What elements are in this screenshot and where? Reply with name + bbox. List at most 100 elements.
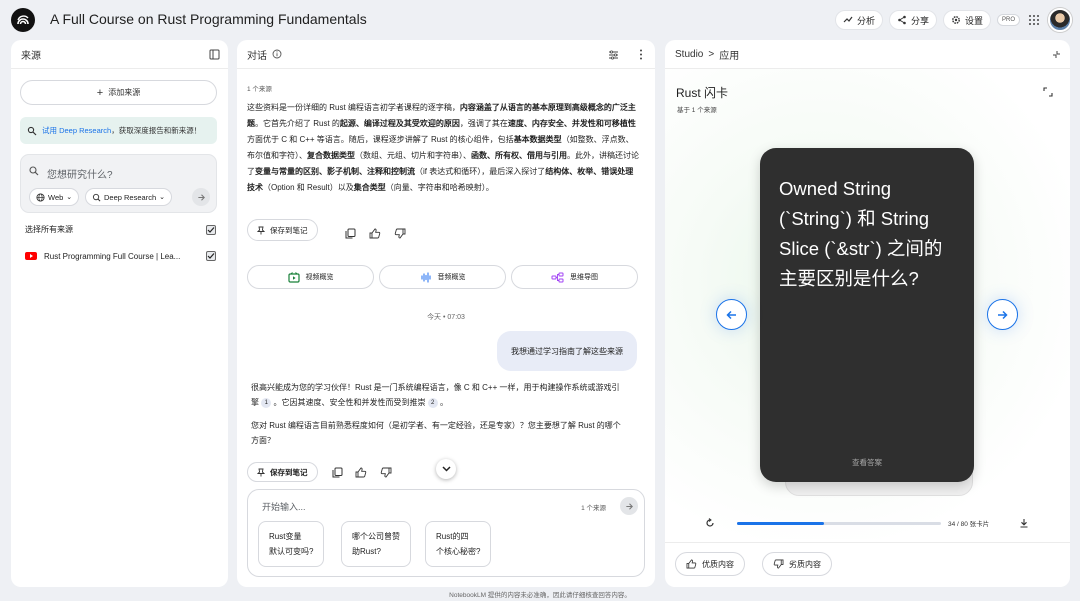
breadcrumb-current: 应用 bbox=[719, 50, 740, 62]
show-answer-button[interactable]: 查看答案 bbox=[760, 457, 974, 468]
thumbs-down-icon[interactable] bbox=[379, 465, 393, 479]
suggestion-line: Rust的四 bbox=[436, 532, 469, 541]
fullscreen-icon[interactable] bbox=[1043, 87, 1053, 97]
user-avatar[interactable] bbox=[1048, 8, 1072, 32]
info-icon[interactable] bbox=[272, 49, 282, 59]
sources-header: 来源 bbox=[11, 40, 228, 69]
audio-wave-icon bbox=[420, 271, 431, 283]
suggestion-line: 哪个公司曾赞 bbox=[352, 532, 400, 541]
summary-segment: 速度、内存安全、并发性和可移植性 bbox=[507, 119, 636, 128]
copy-icon[interactable] bbox=[330, 465, 344, 479]
flashcard-question: Owned String (`String`) 和 String Slice (… bbox=[779, 178, 943, 289]
suggestion-line: 助Rust? bbox=[352, 547, 381, 556]
source-item[interactable]: Rust Programming Full Course | Lea... bbox=[25, 251, 216, 261]
next-card-button[interactable] bbox=[987, 299, 1018, 330]
summary-segment: 。它首先介绍了 Rust 的 bbox=[255, 119, 340, 128]
sources-title: 来源 bbox=[21, 50, 41, 62]
summary-segment: （Option 和 Result）以及 bbox=[263, 183, 354, 192]
save-to-note-button[interactable]: 保存到笔记 bbox=[247, 219, 318, 241]
deep-research-link[interactable]: 试用 Deep Research bbox=[42, 126, 111, 135]
source-item-checkbox[interactable] bbox=[206, 251, 216, 261]
flashcard[interactable]: Owned String (`String`) 和 String Slice (… bbox=[760, 148, 974, 482]
assistant-reply-paragraph-1: 很高兴能成为您的学习伙伴！Rust 是一门系统编程语言，像 C 和 C++ 一样… bbox=[251, 380, 621, 410]
trend-icon bbox=[843, 16, 853, 23]
bad-content-button[interactable]: 劣质内容 bbox=[762, 552, 832, 576]
chat-composer[interactable]: 开始输入... 1 个来源 Rust变量 默认可变吗? 哪个公司曾赞 助Rust? … bbox=[247, 489, 645, 577]
studio-panel: Studio > 应用 Rust 闪卡 基于 1 个来源 Owned Strin… bbox=[665, 40, 1070, 587]
chat-scroll-area[interactable]: 1 个来源 这些资料是一份详细的 Rust 编程语言初学者课程的逐字稿，内容涵盖… bbox=[237, 69, 655, 489]
source-item-title[interactable]: Rust Programming Full Course | Lea... bbox=[44, 252, 180, 261]
breadcrumb-separator: > bbox=[708, 48, 715, 60]
good-content-button[interactable]: 优质内容 bbox=[675, 552, 745, 576]
deep-research-chip-label: Deep Research bbox=[104, 192, 157, 202]
thumbs-up-icon[interactable] bbox=[354, 465, 368, 479]
suggested-question[interactable]: Rust的四 个核心秘密? bbox=[425, 521, 492, 567]
save-to-note-button[interactable]: 保存到笔记 bbox=[247, 462, 318, 482]
restart-icon[interactable] bbox=[705, 518, 715, 528]
mind-map-icon bbox=[551, 272, 564, 282]
sources-panel: 来源 + 添加来源 试用 Deep Research，获取深度报告和新来源！ 您… bbox=[11, 40, 228, 587]
flashcards-source-count: 基于 1 个来源 bbox=[677, 107, 717, 114]
scroll-down-button[interactable] bbox=[436, 459, 456, 479]
submit-research-button[interactable] bbox=[192, 188, 210, 206]
more-vert-icon[interactable] bbox=[639, 49, 643, 60]
reply-text: 。它因其速度、安全性和并发性而受到推崇 bbox=[273, 398, 426, 407]
download-icon[interactable] bbox=[1019, 518, 1029, 528]
audio-overview-label: 音频概览 bbox=[437, 274, 466, 281]
research-search-input[interactable]: 您想研究什么? bbox=[47, 166, 113, 181]
settings-button[interactable]: 设置 bbox=[942, 10, 991, 30]
pin-icon bbox=[257, 226, 265, 234]
apps-grid-icon[interactable] bbox=[1026, 12, 1042, 28]
video-icon bbox=[287, 271, 300, 283]
search-icon bbox=[29, 166, 39, 176]
good-content-label: 优质内容 bbox=[702, 559, 734, 569]
research-search-box[interactable]: 您想研究什么? Web ⌄ Deep Research ⌄ bbox=[20, 154, 217, 213]
summary-source-count: 1 个来源 bbox=[247, 86, 272, 93]
chat-input[interactable]: 开始输入... bbox=[262, 500, 306, 513]
settings-label: 设置 bbox=[964, 15, 983, 26]
web-chip[interactable]: Web ⌄ bbox=[29, 188, 80, 206]
send-button[interactable] bbox=[620, 497, 638, 515]
tune-icon[interactable] bbox=[608, 50, 619, 60]
globe-icon bbox=[36, 192, 45, 202]
youtube-icon bbox=[25, 252, 37, 260]
message-timestamp: 今天 • 07:03 bbox=[427, 314, 465, 321]
share-button[interactable]: 分享 bbox=[888, 10, 937, 30]
suggestion-line: 默认可变吗? bbox=[269, 547, 314, 556]
deep-research-desc: ，获取深度报告和新来源！ bbox=[111, 126, 202, 135]
mind-map-button[interactable]: 思维导图 bbox=[511, 265, 638, 289]
analyze-button[interactable]: 分析 bbox=[834, 10, 883, 30]
audio-overview-button[interactable]: 音频概览 bbox=[379, 265, 506, 289]
copy-icon[interactable] bbox=[343, 226, 357, 240]
summary-segment: 函数、所有权、借用与引用 bbox=[471, 151, 567, 160]
add-source-button[interactable]: + 添加来源 bbox=[20, 80, 217, 105]
collapse-icon[interactable] bbox=[1052, 50, 1061, 59]
chat-title: 对话 bbox=[247, 50, 267, 62]
notebooklm-logo-icon[interactable] bbox=[11, 8, 35, 32]
arrow-right-icon bbox=[998, 310, 1008, 319]
breadcrumb-studio[interactable]: Studio bbox=[675, 49, 703, 60]
deep-research-banner[interactable]: 试用 Deep Research，获取深度报告和新来源！ bbox=[20, 117, 217, 144]
thumbs-up-icon[interactable] bbox=[368, 226, 382, 240]
citation-badge[interactable]: 2 bbox=[427, 397, 438, 408]
suggested-question[interactable]: 哪个公司曾赞 助Rust? bbox=[341, 521, 411, 567]
notebook-summary: 这些资料是一份详细的 Rust 编程语言初学者课程的逐字稿，内容涵盖了从语言的基… bbox=[247, 100, 639, 196]
share-label: 分享 bbox=[910, 15, 929, 26]
deep-research-chip[interactable]: Deep Research ⌄ bbox=[85, 188, 172, 206]
progress-track[interactable] bbox=[737, 522, 941, 525]
collapse-panel-icon[interactable] bbox=[209, 49, 220, 60]
web-chip-label: Web bbox=[48, 192, 64, 202]
suggested-question[interactable]: Rust变量 默认可变吗? bbox=[258, 521, 325, 567]
notebook-title[interactable]: A Full Course on Rust Programming Fundam… bbox=[50, 11, 367, 27]
select-all-sources-row[interactable]: 选择所有来源 bbox=[25, 224, 216, 235]
analyze-label: 分析 bbox=[856, 15, 875, 26]
summary-segment: （向量、字符串和哈希映射）。 bbox=[385, 183, 494, 192]
arrow-left-icon bbox=[726, 310, 736, 319]
citation-badge[interactable]: 1 bbox=[261, 397, 272, 408]
previous-card-button[interactable] bbox=[716, 299, 747, 330]
select-all-checkbox[interactable] bbox=[206, 224, 216, 235]
card-count: 34 / 80 张卡片 bbox=[948, 521, 990, 528]
top-actions: 分析 分享 设置 PRO bbox=[834, 8, 1072, 32]
thumbs-down-icon[interactable] bbox=[393, 226, 407, 240]
video-overview-button[interactable]: 视频概览 bbox=[247, 265, 374, 289]
